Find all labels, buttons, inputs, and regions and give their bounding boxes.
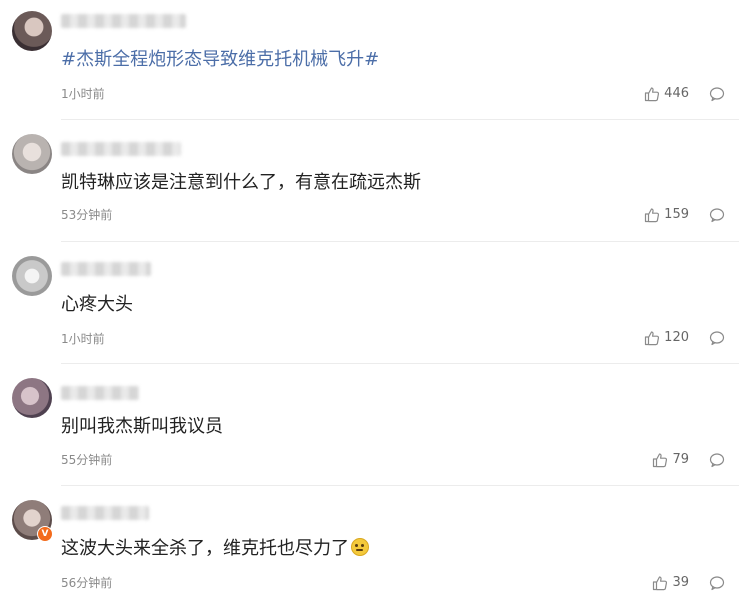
comment-bubble-icon[interactable]	[709, 330, 725, 346]
thumbs-up-icon	[645, 87, 660, 102]
doge-emoji-icon	[351, 538, 369, 556]
comment-text: 别叫我杰斯叫我议员	[61, 416, 223, 437]
thumbs-up-icon	[653, 453, 668, 468]
username-blurred[interactable]	[61, 386, 139, 400]
comment-text: 凯特琳应该是注意到什么了，有意在疏远杰斯	[61, 172, 421, 193]
comment-item: 凯特琳应该是注意到什么了，有意在疏远杰斯 53分钟前 159	[0, 120, 739, 242]
username-blurred[interactable]	[61, 142, 181, 156]
like-button[interactable]: 120	[644, 330, 689, 346]
avatar[interactable]	[12, 134, 52, 174]
comment-actions: 159	[644, 206, 725, 224]
thumbs-up-icon	[645, 331, 660, 346]
avatar[interactable]	[12, 256, 52, 296]
comment-time: 1小时前	[61, 87, 105, 101]
comment-item: #杰斯全程炮形态导致维克托机械飞升# 1小时前 446	[0, 0, 739, 120]
comment-actions: 39	[652, 574, 725, 592]
like-count: 120	[664, 330, 689, 345]
comment-text: 心疼大头	[61, 294, 133, 315]
like-count: 159	[664, 207, 689, 222]
comment-actions: 120	[644, 329, 725, 347]
comment-bubble-icon[interactable]	[709, 452, 725, 468]
thumbs-up-icon	[645, 208, 660, 223]
avatar[interactable]	[12, 378, 52, 418]
like-count: 446	[664, 86, 689, 101]
avatar[interactable]	[12, 11, 52, 51]
comment-bubble-icon[interactable]	[709, 207, 725, 223]
username-blurred[interactable]	[61, 14, 186, 28]
like-count: 79	[672, 452, 689, 467]
like-button[interactable]: 79	[652, 452, 689, 468]
comment-text-topic[interactable]: #杰斯全程炮形态导致维克托机械飞升#	[61, 49, 379, 71]
like-button[interactable]: 446	[644, 86, 689, 102]
username-blurred[interactable]	[61, 262, 151, 276]
thumbs-up-icon	[653, 576, 668, 591]
comment-text-content: 这波大头来全杀了，维克托也尽力了	[61, 538, 349, 559]
username-blurred[interactable]	[61, 506, 149, 520]
like-count: 39	[672, 575, 689, 590]
comment-item: V 这波大头来全杀了，维克托也尽力了 56分钟前 39	[0, 486, 739, 609]
comment-time: 55分钟前	[61, 453, 113, 467]
comment-item: 心疼大头 1小时前 120	[0, 242, 739, 364]
comment-bubble-icon[interactable]	[709, 575, 725, 591]
like-button[interactable]: 159	[644, 207, 689, 223]
comment-time: 1小时前	[61, 332, 105, 346]
verified-badge-icon: V	[37, 526, 53, 542]
like-button[interactable]: 39	[652, 575, 689, 591]
comment-text: 这波大头来全杀了，维克托也尽力了	[61, 538, 369, 560]
comment-time: 53分钟前	[61, 208, 113, 222]
comment-bubble-icon[interactable]	[709, 86, 725, 102]
comment-item: 别叫我杰斯叫我议员 55分钟前 79	[0, 364, 739, 486]
comment-time: 56分钟前	[61, 576, 113, 590]
comment-actions: 446	[644, 85, 725, 103]
comment-actions: 79	[652, 451, 725, 469]
